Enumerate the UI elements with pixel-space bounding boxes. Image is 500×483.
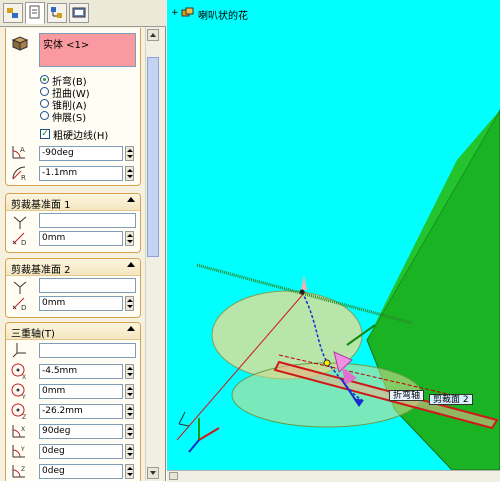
stretch-radio[interactable] <box>40 111 49 120</box>
svg-text:D: D <box>21 239 26 247</box>
triad-x-axis <box>198 427 220 441</box>
expand-plus-icon[interactable]: + <box>171 8 179 18</box>
radius-icon: R <box>10 164 28 182</box>
rough-edges-label: 粗硬边线(H) <box>53 131 109 142</box>
deform-panel: 实体 <1> 折弯(B) 扭曲(W) 锥削(A) 伸展(S) ✓ 粗硬边线(H)… <box>5 28 141 186</box>
feature-tree-icon <box>7 8 18 18</box>
trim-plane-2-header[interactable]: 剪裁基准面 2 <box>6 259 140 276</box>
property-manager-icon <box>29 5 40 19</box>
trim-plane-2-title: 剪裁基准面 2 <box>11 265 71 276</box>
bodies-list-item: 实体 <1> <box>43 40 90 51</box>
collapse-arrow-icon[interactable] <box>127 197 135 202</box>
trim-plane-1-selection[interactable] <box>39 213 136 228</box>
graphics-viewport[interactable]: + 喇叭状的花 折弯轴 剪裁面 2 <box>167 0 500 470</box>
trim-plane-2-panel: 剪裁基准面 2 D 0mm <box>5 258 141 318</box>
viewport-horizontal-scrollbar[interactable] <box>167 470 500 482</box>
y-rotation-origin-icon: Y <box>10 382 28 401</box>
triad-selection-icon <box>11 341 29 359</box>
y-rotation-origin-spinner[interactable] <box>125 384 134 399</box>
z-angle-input[interactable]: 0deg <box>39 464 123 479</box>
z-rotation-origin-input[interactable]: -26.2mm <box>39 404 123 419</box>
trim-plane-1-title: 剪裁基准面 1 <box>11 200 71 211</box>
display-manager-icon <box>72 7 86 18</box>
rough-edges-checkbox[interactable]: ✓ <box>40 129 50 139</box>
y-angle-input[interactable]: 0deg <box>39 444 123 459</box>
angle-icon: A <box>10 143 28 161</box>
triad-z-axis <box>188 439 200 453</box>
triad-header[interactable]: 三重轴(T) <box>6 323 140 340</box>
configuration-icon <box>51 7 62 18</box>
manager-tabs <box>0 0 166 27</box>
radius-spinner[interactable] <box>125 166 134 181</box>
z-rotation-origin-icon: Z <box>10 402 28 421</box>
y-rotation-origin-input[interactable]: 0mm <box>39 384 123 399</box>
twist-radio[interactable] <box>40 87 49 96</box>
radius-input[interactable]: -1.1mm <box>39 166 123 181</box>
y-angle-icon: Y <box>10 442 28 460</box>
scroll-down-icon[interactable] <box>147 467 159 479</box>
svg-text:Z: Z <box>21 466 25 473</box>
part-name: 喇叭状的花 <box>198 11 248 22</box>
tab-property-manager[interactable] <box>25 2 45 24</box>
collapse-arrow-icon[interactable] <box>127 326 135 331</box>
svg-text:A: A <box>20 146 25 154</box>
bodies-icon <box>11 34 29 52</box>
trim-plane-2-selection[interactable] <box>39 278 136 293</box>
trim-plane-1-header[interactable]: 剪裁基准面 1 <box>6 194 140 211</box>
distance-icon: D <box>10 229 28 247</box>
bodies-selection-list[interactable]: 实体 <1> <box>39 33 136 67</box>
scroll-left-icon[interactable] <box>169 472 178 480</box>
scroll-up-icon[interactable] <box>147 29 159 41</box>
angle-spinner[interactable] <box>125 146 134 161</box>
bend-axis-callout[interactable]: 折弯轴 <box>389 390 425 401</box>
svg-text:Y: Y <box>20 446 25 453</box>
stretch-radio-label: 伸展(S) <box>52 113 87 124</box>
collapse-arrow-icon[interactable] <box>127 262 135 267</box>
property-manager-pane: 实体 <1> 折弯(B) 扭曲(W) 锥削(A) 伸展(S) ✓ 粗硬边线(H)… <box>0 0 166 481</box>
x-rotation-origin-spinner[interactable] <box>125 364 134 379</box>
x-angle-input[interactable]: 90deg <box>39 424 123 439</box>
trim-plane-2-callout[interactable]: 剪裁面 2 <box>429 394 473 405</box>
triad-selection[interactable] <box>39 343 136 358</box>
x-rotation-origin-input[interactable]: -4.5mm <box>39 364 123 379</box>
scrollbar-thumb[interactable] <box>147 57 159 257</box>
part-icon <box>181 7 194 17</box>
distance-icon: D <box>10 294 28 312</box>
svg-text:X: X <box>21 426 25 433</box>
taper-radio[interactable] <box>40 99 49 108</box>
bend-radio[interactable] <box>40 75 49 84</box>
property-manager-scrollbar[interactable] <box>145 27 160 481</box>
tab-dimxpert-manager[interactable] <box>69 3 89 23</box>
z-rotation-origin-spinner[interactable] <box>125 404 134 419</box>
x-angle-spinner[interactable] <box>125 424 134 439</box>
x-rotation-origin-icon: X <box>10 362 28 381</box>
z-angle-spinner[interactable] <box>125 464 134 479</box>
z-angle-icon: Z <box>10 462 28 480</box>
trim-plane-1-distance-input[interactable]: 0mm <box>39 231 123 246</box>
svg-text:Y: Y <box>21 394 26 400</box>
triad-panel: 三重轴(T) X -4.5mm Y 0mm Z -26.2mm X 90deg … <box>5 322 141 481</box>
svg-text:Z: Z <box>22 414 26 420</box>
trim-plane-1-distance-spinner[interactable] <box>125 231 134 246</box>
x-angle-icon: X <box>10 422 28 440</box>
tab-configuration-manager[interactable] <box>47 3 67 23</box>
triad-title: 三重轴(T) <box>11 329 55 340</box>
trim-plane-2-distance-input[interactable]: 0mm <box>39 296 123 311</box>
svg-text:R: R <box>21 174 26 182</box>
y-angle-spinner[interactable] <box>125 444 134 459</box>
trim-plane-2-distance-spinner[interactable] <box>125 296 134 311</box>
svg-text:D: D <box>21 304 26 312</box>
angle-input[interactable]: -90deg <box>39 146 123 161</box>
trim-plane-1-panel: 剪裁基准面 1 D 0mm <box>5 193 141 253</box>
tab-feature-manager[interactable] <box>3 3 23 23</box>
svg-text:X: X <box>22 374 26 380</box>
